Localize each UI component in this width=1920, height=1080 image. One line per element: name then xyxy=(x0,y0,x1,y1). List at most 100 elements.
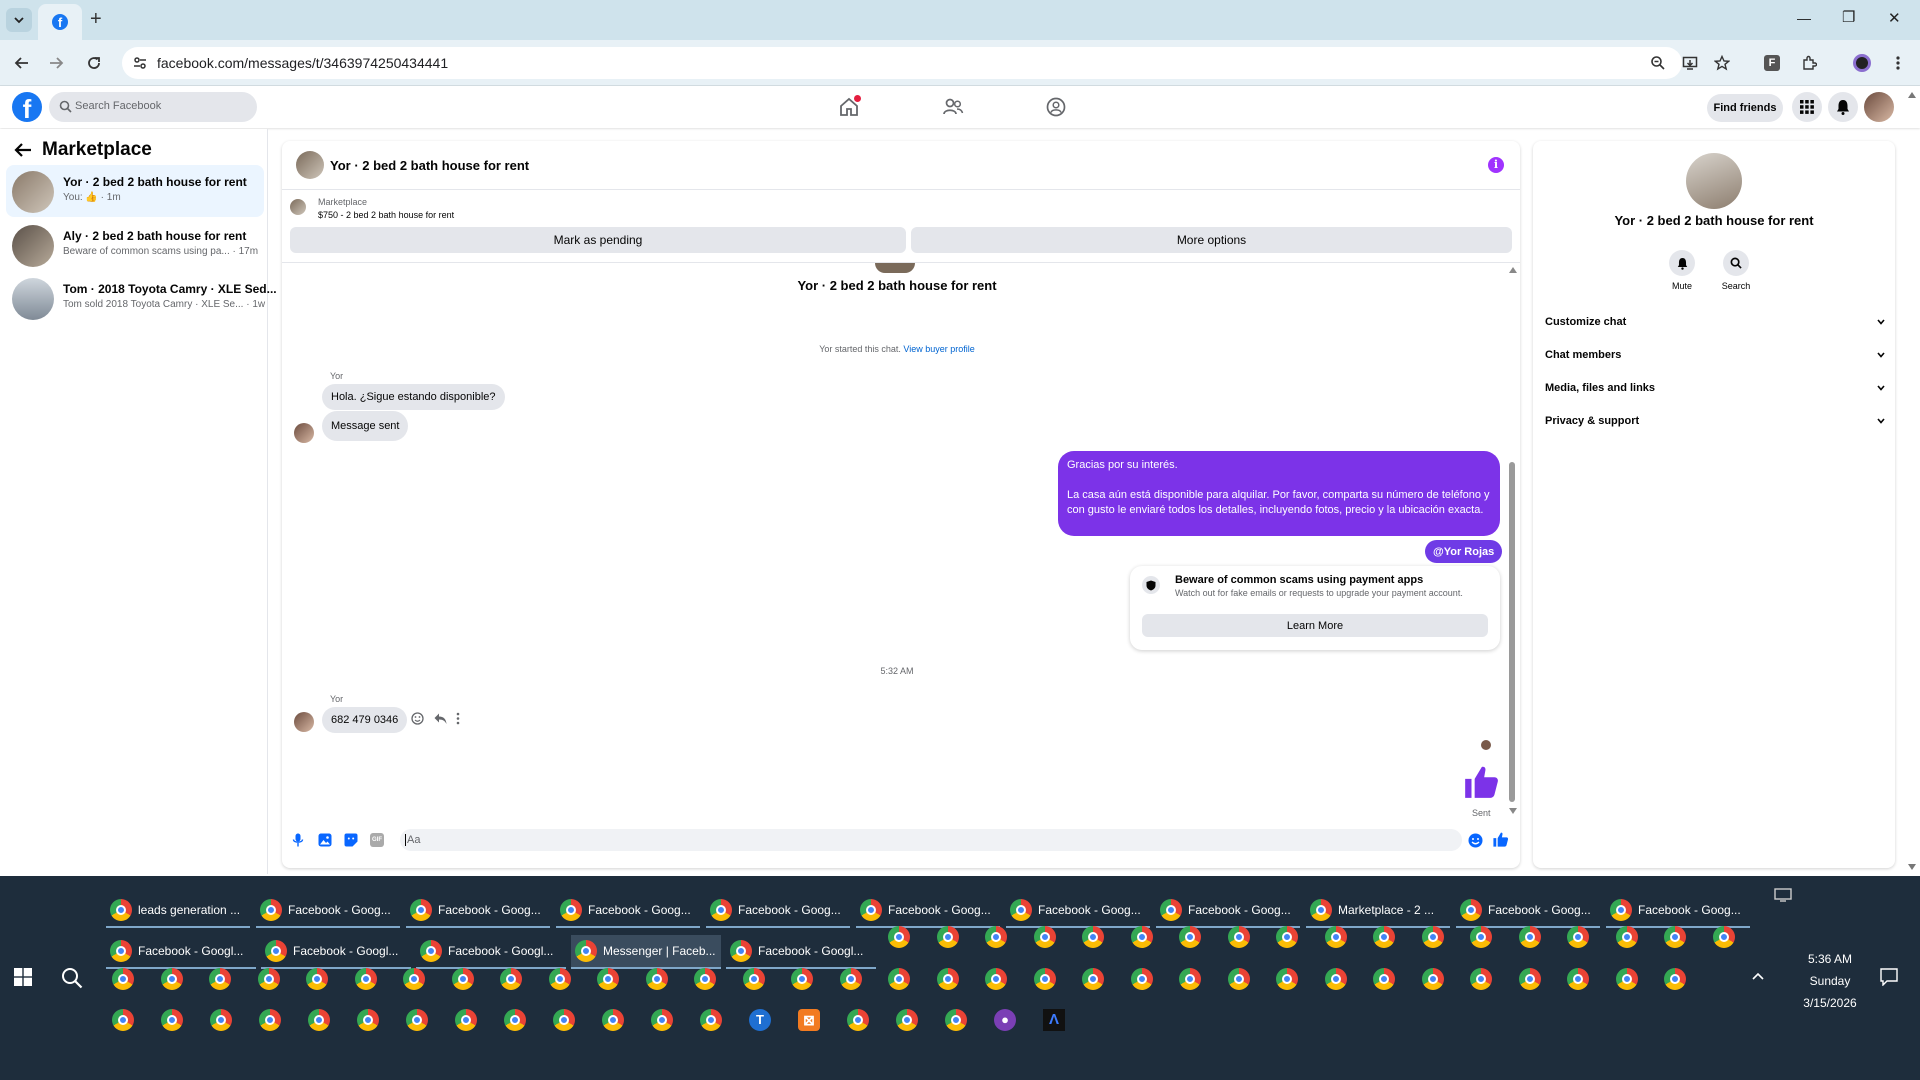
tab-search-button[interactable] xyxy=(6,8,32,32)
chrome-taskbar-icon[interactable] xyxy=(1130,968,1153,990)
chrome-taskbar-icon[interactable] xyxy=(1421,926,1444,948)
chrome-taskbar-icon[interactable] xyxy=(645,968,668,990)
emoji-icon[interactable] xyxy=(1468,833,1483,848)
chrome-taskbar-icon[interactable] xyxy=(945,1009,967,1031)
chrome-taskbar-icon[interactable] xyxy=(209,968,231,990)
home-nav-icon[interactable] xyxy=(838,95,861,118)
chrome-taskbar-icon[interactable] xyxy=(839,968,862,990)
taskbar-window-button[interactable]: Facebook - Googl... xyxy=(261,935,411,969)
chrome-taskbar-icon[interactable] xyxy=(357,1009,379,1031)
chrome-taskbar-icon[interactable] xyxy=(1712,926,1735,948)
url-text[interactable]: facebook.com/messages/t/3463974250434441 xyxy=(157,55,448,71)
chrome-taskbar-icon[interactable] xyxy=(847,1009,869,1031)
chrome-taskbar-icon[interactable] xyxy=(1276,968,1298,990)
chrome-taskbar-icon[interactable] xyxy=(602,1009,624,1031)
groups-nav-icon[interactable] xyxy=(1045,96,1067,118)
taskbar-window-button[interactable]: Facebook - Goog... xyxy=(1156,894,1300,928)
extensions-puzzle-icon[interactable] xyxy=(1795,49,1823,77)
gif-icon[interactable]: GIF xyxy=(370,833,384,847)
incoming-message[interactable]: Message sent xyxy=(322,411,409,441)
mention-message[interactable]: @Yor Rojas xyxy=(1425,540,1503,563)
info-avatar[interactable] xyxy=(1686,153,1742,209)
chrome-taskbar-icon[interactable] xyxy=(257,968,280,990)
tray-overflow-chevron-icon[interactable] xyxy=(1752,972,1764,980)
react-icon[interactable] xyxy=(411,712,424,725)
chrome-taskbar-icon[interactable] xyxy=(888,968,910,990)
thread-scrollbar[interactable] xyxy=(1507,267,1517,815)
new-tab-button[interactable]: + xyxy=(90,8,102,31)
like-button-icon[interactable] xyxy=(1492,831,1509,848)
taskbar-window-button[interactable]: leads generation ... xyxy=(106,894,250,928)
chrome-taskbar-icon[interactable] xyxy=(888,926,910,948)
more-actions-icon[interactable] xyxy=(456,712,460,725)
taskbar-search-icon[interactable] xyxy=(61,967,83,989)
chrome-taskbar-icon[interactable] xyxy=(1615,926,1638,948)
chrome-taskbar-icon[interactable] xyxy=(1373,968,1395,990)
site-info-icon[interactable] xyxy=(126,49,154,77)
back-icon[interactable] xyxy=(8,49,36,77)
minimize-button[interactable]: — xyxy=(1797,10,1811,26)
chrome-taskbar-icon[interactable] xyxy=(1276,926,1298,948)
chrome-taskbar-icon[interactable] xyxy=(308,1009,330,1031)
chrome-taskbar-icon[interactable] xyxy=(1324,968,1347,990)
conversation-item[interactable]: Aly · 2 bed 2 bath house for rent Beware… xyxy=(6,219,264,271)
extension-f-icon[interactable]: F xyxy=(1758,49,1786,77)
chrome-taskbar-icon[interactable] xyxy=(791,968,813,990)
chrome-taskbar-icon[interactable] xyxy=(210,1009,232,1031)
browser-menu-icon[interactable] xyxy=(1884,49,1912,77)
chat-header-title[interactable]: Yor · 2 bed 2 bath house for rent xyxy=(330,158,529,173)
taskbar-window-button[interactable]: Facebook - Goog... xyxy=(1456,894,1600,928)
taskbar-window-button[interactable]: Facebook - Goog... xyxy=(256,894,400,928)
chrome-taskbar-icon[interactable] xyxy=(1179,968,1201,990)
chrome-taskbar-icon[interactable] xyxy=(1227,926,1250,948)
forward-icon[interactable] xyxy=(42,49,70,77)
chrome-taskbar-icon[interactable] xyxy=(1033,968,1056,990)
privacy-support-row[interactable]: Privacy & support xyxy=(1545,406,1885,436)
message-input[interactable]: Aa xyxy=(400,829,1462,851)
customize-chat-row[interactable]: Customize chat xyxy=(1545,307,1885,337)
start-windows-icon[interactable] xyxy=(14,968,32,986)
chrome-taskbar-icon[interactable] xyxy=(160,968,183,990)
incoming-message[interactable]: 682 479 0346 xyxy=(322,707,408,733)
info-icon[interactable]: i xyxy=(1488,157,1504,173)
taskbar-window-button[interactable]: Messenger | Faceb... xyxy=(571,935,721,969)
chrome-taskbar-icon[interactable] xyxy=(1567,968,1589,990)
chrome-taskbar-icon[interactable] xyxy=(1615,968,1638,990)
xampp-icon[interactable]: ⊠ xyxy=(798,1009,820,1031)
facebook-logo-icon[interactable]: f xyxy=(12,92,42,122)
find-friends-button[interactable]: Find friends xyxy=(1707,94,1783,122)
taskbar-window-button[interactable]: Facebook - Goog... xyxy=(556,894,700,928)
chrome-taskbar-icon[interactable] xyxy=(597,968,619,990)
chrome-taskbar-icon[interactable] xyxy=(500,968,522,990)
clock[interactable]: 5:36 AM Sunday 3/15/2026 xyxy=(1790,948,1870,1014)
conversation-item[interactable]: Tom · 2018 Toyota Camry · XLE Sed... Tom… xyxy=(6,272,277,324)
back-arrow-icon[interactable] xyxy=(14,142,32,158)
chrome-taskbar-icon[interactable] xyxy=(1518,926,1541,948)
menu-grid-icon[interactable] xyxy=(1792,92,1822,122)
close-window-button[interactable]: ✕ xyxy=(1888,9,1901,27)
chrome-taskbar-icon[interactable] xyxy=(354,968,377,990)
learn-more-button[interactable]: Learn More xyxy=(1142,614,1488,637)
reply-icon[interactable] xyxy=(434,712,447,725)
chrome-taskbar-icon[interactable] xyxy=(455,1009,477,1031)
chrome-taskbar-icon[interactable] xyxy=(1324,926,1347,948)
bookmark-star-icon[interactable] xyxy=(1708,49,1736,77)
chrome-taskbar-icon[interactable] xyxy=(112,1009,134,1031)
chrome-taskbar-icon[interactable] xyxy=(985,968,1007,990)
search-facebook-field[interactable]: Search Facebook xyxy=(49,92,257,122)
voice-clip-icon[interactable] xyxy=(292,833,304,847)
chrome-taskbar-icon[interactable] xyxy=(1421,968,1444,990)
chrome-taskbar-icon[interactable] xyxy=(1567,926,1589,948)
more-options-button[interactable]: More options xyxy=(911,227,1512,253)
maximize-button[interactable]: ❐ xyxy=(1842,8,1855,26)
profile-avatar-icon[interactable] xyxy=(1848,49,1876,77)
t-app-icon[interactable]: T xyxy=(749,1009,771,1031)
taskbar-window-button[interactable]: Facebook - Goog... xyxy=(856,894,1000,928)
chrome-taskbar-icon[interactable] xyxy=(1664,968,1686,990)
active-tab[interactable]: f xyxy=(38,4,82,40)
chrome-taskbar-icon[interactable] xyxy=(548,968,571,990)
listing-thumbnail[interactable] xyxy=(290,199,306,215)
chrome-taskbar-icon[interactable] xyxy=(936,926,959,948)
chrome-taskbar-icon[interactable] xyxy=(1664,926,1686,948)
chat-header-avatar[interactable] xyxy=(296,151,324,179)
